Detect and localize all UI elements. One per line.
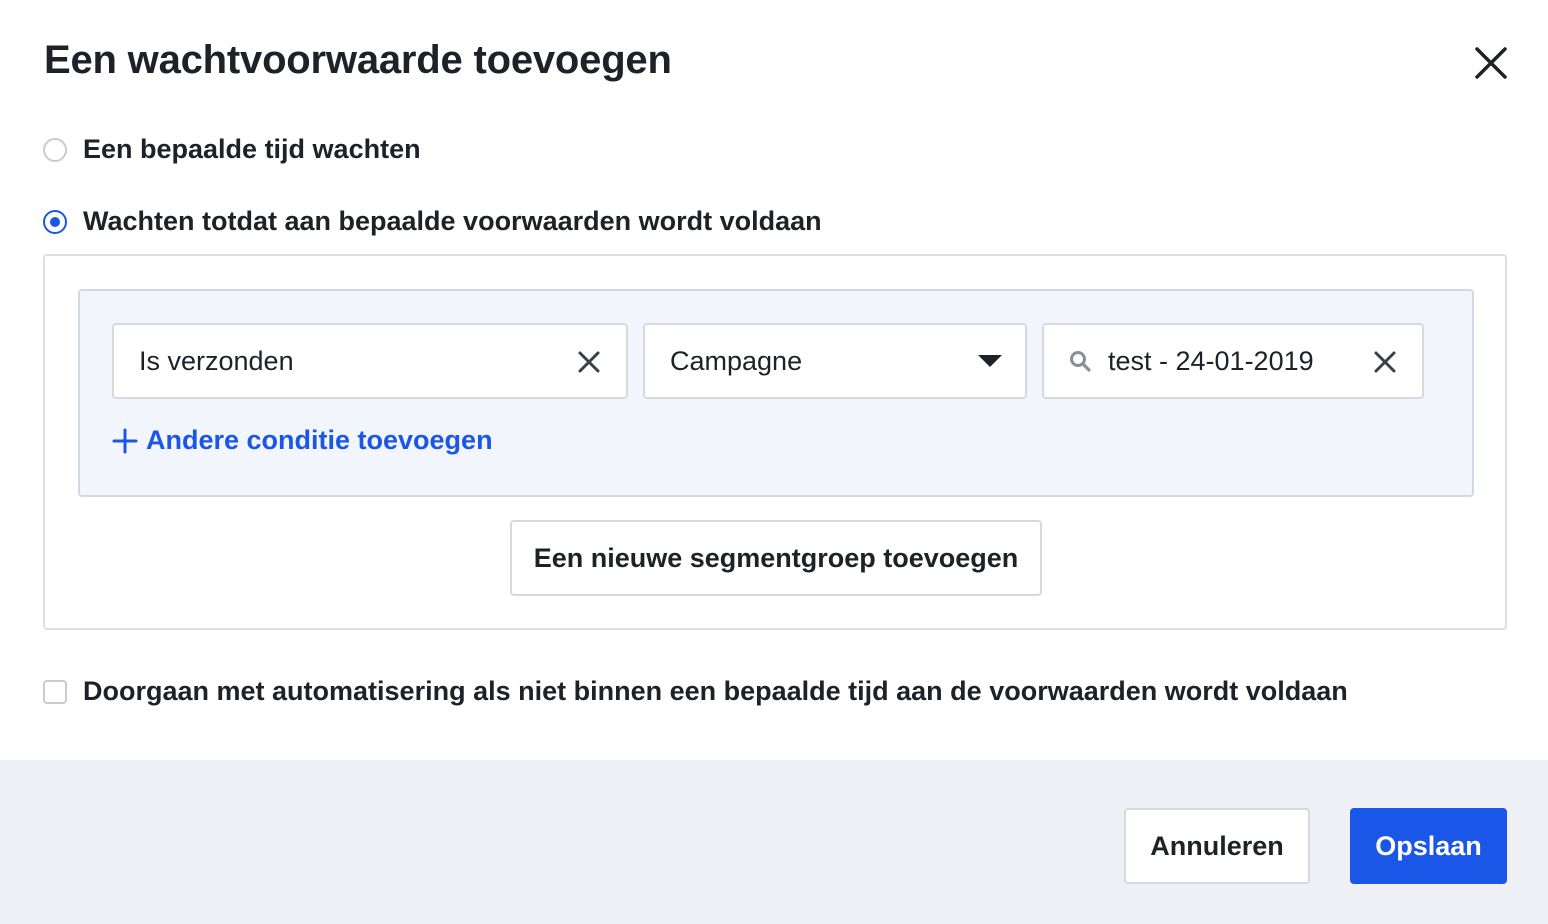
condition-action-value: Is verzonden (139, 345, 294, 376)
add-segment-group-button[interactable]: Een nieuwe segmentgroep toevoegen (510, 520, 1042, 596)
condition-type-value: Campagne (670, 345, 803, 376)
search-icon (1070, 351, 1091, 372)
clear-icon[interactable] (1372, 349, 1398, 375)
wait-time-label: Een bepaalde tijd wachten (83, 134, 421, 164)
clear-icon[interactable] (576, 349, 602, 375)
campaign-search-field[interactable]: test - 24-01-2019 (1042, 323, 1424, 399)
dialog-title: Een wachtvoorwaarde toevoegen (44, 38, 672, 82)
wait-time-radio[interactable] (43, 137, 67, 162)
campaign-value: test - 24-01-2019 (1108, 345, 1314, 376)
plus-icon (112, 428, 138, 453)
continue-checkbox[interactable] (43, 679, 67, 704)
condition-action-select[interactable]: Is verzonden (112, 323, 628, 399)
add-condition-link[interactable]: Andere conditie toevoegen (112, 425, 493, 456)
segment-group: Is verzonden Campagne test - 24-01-2019 (78, 289, 1474, 497)
wait-conditions-radio[interactable] (43, 209, 67, 234)
close-button[interactable] (1470, 42, 1512, 84)
caret-down-icon (978, 355, 1002, 367)
continue-label: Doorgaan met automatisering als niet bin… (83, 676, 1348, 706)
option-wait-time[interactable]: Een bepaalde tijd wachten (43, 134, 421, 165)
cancel-button[interactable]: Annuleren (1124, 808, 1310, 884)
dialog-footer: Annuleren Opslaan (0, 760, 1548, 924)
close-icon (1475, 47, 1507, 79)
condition-type-select[interactable]: Campagne (643, 323, 1027, 399)
continue-option[interactable]: Doorgaan met automatisering als niet bin… (43, 676, 1348, 707)
save-button[interactable]: Opslaan (1350, 808, 1507, 884)
conditions-panel: Is verzonden Campagne test - 24-01-2019 (43, 254, 1507, 630)
add-condition-label: Andere conditie toevoegen (146, 425, 493, 455)
option-wait-conditions[interactable]: Wachten totdat aan bepaalde voorwaarden … (43, 206, 822, 237)
wait-conditions-label: Wachten totdat aan bepaalde voorwaarden … (83, 206, 822, 236)
